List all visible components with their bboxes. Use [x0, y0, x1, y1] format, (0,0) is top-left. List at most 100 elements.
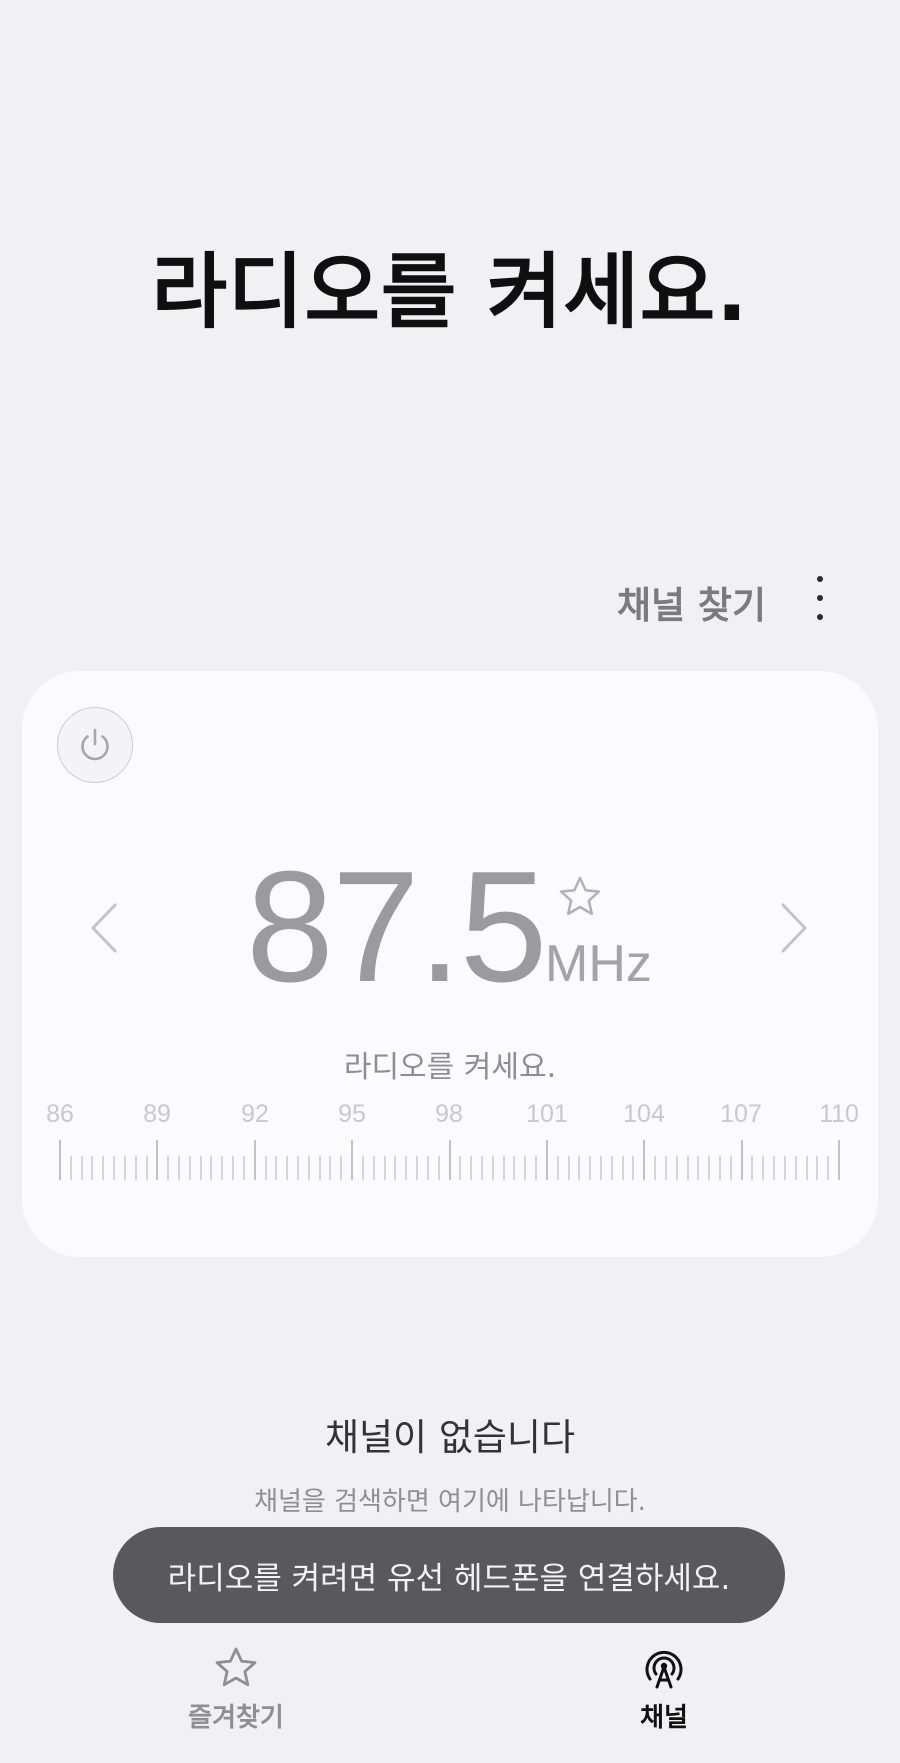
- scale-minor-tick: [102, 1156, 105, 1180]
- empty-channels-title: 채널이 없습니다: [324, 1416, 576, 1459]
- scale-major-tick: [545, 1140, 548, 1180]
- more-vertical-icon[interactable]: [808, 576, 832, 620]
- scale-minor-tick: [426, 1156, 429, 1180]
- scale-major-tick: [448, 1140, 451, 1180]
- chevron-left-icon: [91, 903, 117, 953]
- page-title: 라디오를 켜세요.: [151, 245, 749, 340]
- tab-favorites[interactable]: 즐겨찾기: [146, 1645, 326, 1734]
- scale-minor-tick: [113, 1156, 116, 1180]
- scale-minor-tick: [794, 1156, 797, 1180]
- scale-major-tick: [838, 1140, 840, 1180]
- scale-minor-tick: [134, 1156, 137, 1180]
- scale-minor-tick: [654, 1156, 657, 1180]
- scale-minor-tick: [242, 1156, 245, 1180]
- scale-minor-tick: [275, 1156, 278, 1180]
- scale-minor-tick: [167, 1156, 170, 1180]
- scale-minor-tick: [480, 1156, 483, 1180]
- scale-minor-tick: [361, 1156, 364, 1180]
- scale-minor-tick: [502, 1156, 505, 1180]
- scale-minor-tick: [383, 1156, 386, 1180]
- scale-major-tick: [156, 1140, 159, 1180]
- tab-label: 즐겨찾기: [188, 1703, 284, 1733]
- scale-minor-tick: [567, 1156, 570, 1180]
- scale-minor-tick: [297, 1156, 300, 1180]
- scale-minor-tick: [664, 1156, 667, 1180]
- scale-minor-tick: [199, 1156, 202, 1180]
- scale-minor-tick: [762, 1156, 765, 1180]
- previous-frequency-button[interactable]: [84, 898, 124, 958]
- scale-minor-tick: [264, 1156, 267, 1180]
- scale-minor-tick: [556, 1156, 559, 1180]
- scale-minor-tick: [416, 1156, 419, 1180]
- star-outline-icon: [215, 1647, 257, 1687]
- scale-minor-tick: [708, 1156, 711, 1180]
- scale-minor-tick: [210, 1156, 213, 1180]
- scale-minor-tick: [524, 1156, 527, 1180]
- toast-message: 라디오를 켜려면 유선 헤드폰을 연결하세요.: [113, 1527, 785, 1623]
- scale-minor-tick: [632, 1156, 635, 1180]
- scale-label: 89: [143, 1100, 171, 1128]
- scale-minor-tick: [340, 1156, 343, 1180]
- scale-label: 95: [338, 1100, 366, 1128]
- next-frequency-button[interactable]: [774, 898, 814, 958]
- frequency-scale[interactable]: 86 89 92 95 98 101 104 107 110: [42, 1100, 859, 1200]
- scale-minor-tick: [491, 1156, 494, 1180]
- scale-minor-tick: [686, 1156, 689, 1180]
- scale-minor-tick: [80, 1156, 83, 1180]
- scale-minor-tick: [535, 1156, 538, 1180]
- scale-label: 104: [623, 1100, 665, 1128]
- scale-minor-tick: [307, 1156, 310, 1180]
- tab-label: 채널: [640, 1703, 688, 1733]
- scale-minor-tick: [437, 1156, 440, 1180]
- empty-channels-subtitle: 채널을 검색하면 여기에 나타납니다.: [254, 1487, 646, 1517]
- scale-label: 107: [720, 1100, 762, 1128]
- scale-minor-tick: [621, 1156, 624, 1180]
- scale-minor-tick: [610, 1156, 613, 1180]
- chevron-right-icon: [781, 903, 807, 953]
- scale-label: 101: [526, 1100, 568, 1128]
- frequency-unit: MHz: [545, 935, 652, 993]
- scale-minor-tick: [91, 1156, 94, 1180]
- scale-minor-tick: [697, 1156, 700, 1180]
- scale-minor-tick: [459, 1156, 462, 1180]
- scale-minor-tick: [188, 1156, 191, 1180]
- find-channels-button[interactable]: 채널 찾기: [617, 575, 766, 629]
- scale-label: 110: [819, 1100, 859, 1128]
- scale-minor-tick: [599, 1156, 602, 1180]
- scale-minor-tick: [513, 1156, 516, 1180]
- scale-minor-tick: [805, 1156, 808, 1180]
- power-icon: [81, 728, 109, 761]
- scale-minor-tick: [221, 1156, 224, 1180]
- favorite-toggle-button[interactable]: [557, 874, 603, 920]
- scale-label: 92: [241, 1100, 269, 1128]
- tuner-status-text: 라디오를 켜세요.: [343, 1050, 557, 1085]
- scale-major-tick: [253, 1140, 256, 1180]
- scale-minor-tick: [827, 1156, 830, 1180]
- scale-minor-tick: [675, 1156, 678, 1180]
- scale-major-tick: [351, 1140, 354, 1180]
- scale-minor-tick: [394, 1156, 397, 1180]
- frequency-value: 87.5: [246, 839, 548, 1015]
- scale-minor-tick: [145, 1156, 148, 1180]
- scale-minor-tick: [751, 1156, 754, 1180]
- scale-minor-tick: [578, 1156, 581, 1180]
- scale-major-tick: [740, 1140, 743, 1180]
- scale-major-tick: [643, 1140, 646, 1180]
- scale-minor-tick: [816, 1156, 819, 1180]
- scale-minor-tick: [318, 1156, 321, 1180]
- scale-label: 86: [46, 1100, 74, 1128]
- scale-minor-tick: [773, 1156, 776, 1180]
- scale-minor-tick: [329, 1156, 332, 1180]
- scale-minor-tick: [589, 1156, 592, 1180]
- scale-minor-tick: [178, 1156, 180, 1180]
- broadcast-antenna-icon: [645, 1650, 683, 1689]
- scale-minor-tick: [718, 1156, 721, 1180]
- scale-minor-tick: [123, 1156, 126, 1180]
- scale-minor-tick: [232, 1156, 235, 1180]
- tab-channels[interactable]: 채널: [574, 1645, 754, 1734]
- power-button[interactable]: [57, 707, 133, 783]
- scale-label: 98: [435, 1100, 463, 1128]
- scale-minor-tick: [729, 1156, 732, 1180]
- scale-minor-tick: [372, 1156, 375, 1180]
- scale-minor-tick: [286, 1156, 289, 1180]
